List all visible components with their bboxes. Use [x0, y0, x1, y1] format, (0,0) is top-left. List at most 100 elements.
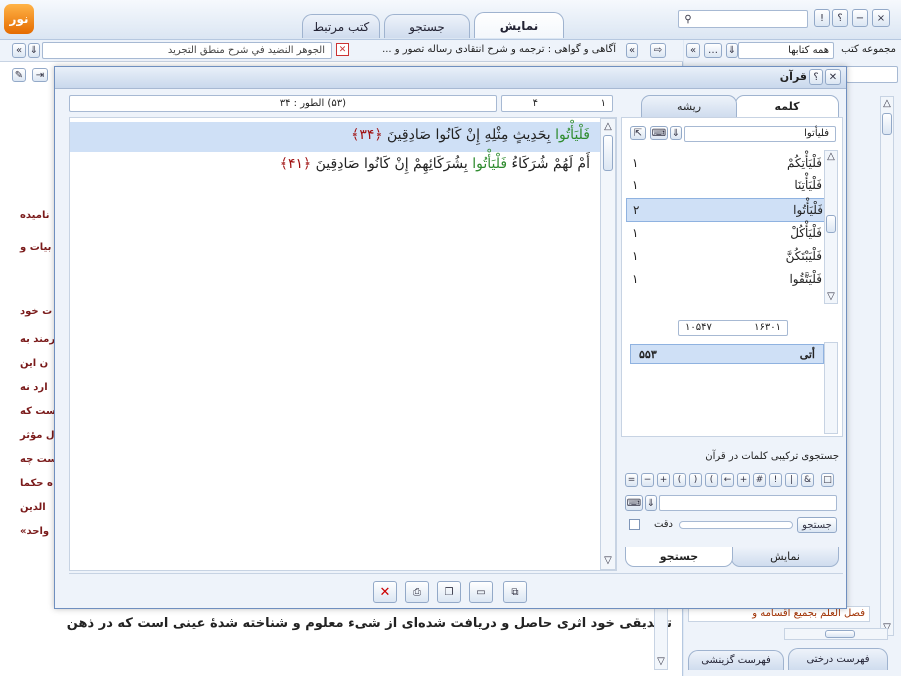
- word-search-pane: کلمه ریشه ⇱ ⌨ ⇓ فليأتوا فَلْيَأْتِكُمْ ۱…: [621, 95, 843, 571]
- tab-search[interactable]: جستجو: [384, 14, 470, 38]
- collection-prev-icon[interactable]: «: [686, 43, 700, 58]
- scroll-thumb[interactable]: [826, 215, 836, 233]
- scroll-up-icon[interactable]: △: [825, 151, 837, 162]
- keyboard-icon[interactable]: ⌨: [650, 126, 668, 140]
- open-book-icon[interactable]: ❐: [437, 581, 461, 603]
- combo-dropdown-icon[interactable]: ⇓: [645, 495, 657, 511]
- verse-scrollbar[interactable]: △ ▽: [600, 118, 616, 570]
- tab-selective-index[interactable]: فهرست گزینشی: [688, 650, 784, 670]
- verse-line[interactable]: أَمْ لَهُمْ شُرَكَاءُ فَلْيَأْتُوا بِشُر…: [280, 156, 590, 172]
- tab-tree-index[interactable]: فهرست درختی: [788, 648, 888, 670]
- operator-button[interactable]: &: [801, 473, 814, 487]
- word-search-input[interactable]: فليأتوا: [684, 126, 836, 142]
- expand-icon[interactable]: ⇱: [630, 126, 646, 140]
- verse-line[interactable]: فَلْيَأْتُوا بِحَدِيثٍ مِثْلِهِ إِنْ كَا…: [351, 127, 590, 143]
- print-icon[interactable]: ⎙: [405, 581, 429, 603]
- collection-dropdown-icon[interactable]: ⇓: [726, 43, 738, 58]
- root-list-scrollbar[interactable]: [824, 342, 838, 434]
- operator-button[interactable]: |: [785, 473, 798, 487]
- book-tab-current[interactable]: آگاهی و گواهی : ترجمه و شرح انتقادی رسال…: [352, 42, 616, 59]
- global-search-input[interactable]: ⚲: [678, 10, 808, 28]
- keyboard-icon[interactable]: ⌨: [625, 495, 643, 511]
- operator-button[interactable]: !: [769, 473, 782, 487]
- word-list-item[interactable]: فَلْيَبْتَكُنَّ ۱: [626, 245, 828, 267]
- operator-button[interactable]: ←: [721, 473, 734, 487]
- operator-button[interactable]: (: [705, 473, 718, 487]
- scroll-down-icon[interactable]: ▽: [655, 655, 667, 667]
- app-logo[interactable]: نور: [4, 4, 34, 34]
- document-icon[interactable]: ▭: [469, 581, 493, 603]
- operator-button[interactable]: ): [689, 473, 702, 487]
- down-arrow-icon[interactable]: ⇓: [28, 43, 40, 58]
- help-button[interactable]: ؟: [832, 9, 848, 27]
- book-scrollbar[interactable]: ▽: [654, 600, 668, 670]
- text-fragment: ارد نه: [20, 382, 48, 393]
- root-count: ۵۵۳: [639, 347, 657, 361]
- text-fragment: ه حکما: [20, 478, 53, 489]
- book-tab-secondary[interactable]: الجوهر النضيد في شرح منطق التجريد: [42, 42, 332, 59]
- export-icon[interactable]: ⇥: [32, 68, 48, 82]
- word-list-item-selected[interactable]: فَلْيَأْتُوا ۲: [626, 198, 830, 222]
- verse-pane: فَلْيَأْتُوا بِحَدِيثٍ مِثْلِهِ إِنْ كَا…: [69, 117, 617, 571]
- combo-search-input[interactable]: [659, 495, 837, 511]
- word-list-item[interactable]: فَلْيَأْتِنَا ۱: [626, 174, 828, 196]
- scroll-up-icon[interactable]: △: [881, 97, 893, 109]
- text-fragment: الدین: [20, 502, 46, 513]
- scroll-thumb[interactable]: [603, 135, 613, 171]
- tree-scrollbar[interactable]: △ ▽: [880, 96, 894, 636]
- word-list-scrollbar[interactable]: △ ▽: [824, 150, 838, 304]
- scroll-down-icon[interactable]: ▽: [825, 291, 837, 302]
- hscroll-thumb[interactable]: [825, 630, 855, 638]
- operator-button[interactable]: +: [737, 473, 750, 487]
- precision-slider[interactable]: [679, 521, 793, 529]
- operator-button[interactable]: +: [657, 473, 670, 487]
- minimize-button[interactable]: −: [852, 9, 868, 27]
- close-x-button[interactable]: ✕: [373, 581, 397, 603]
- forward-arrow-icon[interactable]: ⇨: [650, 43, 666, 58]
- precision-label: دقت: [653, 519, 673, 530]
- close-button[interactable]: ×: [872, 9, 890, 27]
- verse-number-field[interactable]: ۱ ۴: [501, 95, 613, 112]
- tree-hscrollbar[interactable]: [784, 628, 888, 640]
- tab-related-books[interactable]: کتب مرتبط: [302, 14, 380, 38]
- close-tab-icon[interactable]: ✕: [336, 43, 349, 56]
- word-dropdown-icon[interactable]: ⇓: [670, 126, 682, 140]
- combo-search-button[interactable]: جستجو: [797, 517, 837, 533]
- collection-select[interactable]: همه کتابها: [738, 42, 834, 59]
- more-options-icon[interactable]: …: [704, 43, 722, 58]
- tab-word[interactable]: کلمه: [735, 95, 839, 117]
- verse-reference-field[interactable]: (۵۳) الطور : ۳۴: [69, 95, 497, 112]
- text-fragment: نامیده: [20, 210, 50, 221]
- tab-display-bottom[interactable]: نمایش: [731, 547, 839, 567]
- tab-root[interactable]: ریشه: [641, 95, 737, 117]
- scroll-thumb[interactable]: [882, 113, 892, 135]
- scroll-up-icon[interactable]: △: [602, 121, 614, 132]
- dialog-close-button[interactable]: ✕: [825, 69, 841, 85]
- tools-icon[interactable]: ✎: [12, 68, 26, 82]
- word-list-item[interactable]: فَلْيَتَّقُوا ۱: [626, 268, 828, 290]
- tab-display[interactable]: نمایش: [474, 12, 564, 38]
- precision-checkbox[interactable]: [629, 519, 640, 530]
- text-fragment: رمند به: [20, 334, 56, 345]
- nav-prev-icon[interactable]: «: [626, 43, 638, 58]
- library-search-input[interactable]: [846, 66, 898, 83]
- operator-button[interactable]: #: [753, 473, 766, 487]
- word-list-item[interactable]: فَلْيَأْكُلْ ۱: [626, 222, 828, 244]
- word-count: ۱: [632, 178, 639, 192]
- operator-bar: = − + ( ) ( ← + # ! | & □: [625, 473, 839, 489]
- dialog-help-button[interactable]: ؟: [809, 69, 823, 85]
- root-result-row[interactable]: أتى ۵۵۳: [630, 344, 824, 364]
- text-fragment: ست چه: [20, 454, 58, 465]
- operator-button[interactable]: =: [625, 473, 638, 487]
- operator-button[interactable]: (: [673, 473, 686, 487]
- word-list-item[interactable]: فَلْيَأْتِكُمْ ۱: [626, 152, 828, 174]
- operator-button[interactable]: −: [641, 473, 654, 487]
- copy-icon[interactable]: ⧉: [503, 581, 527, 603]
- scroll-down-icon[interactable]: ▽: [602, 555, 614, 566]
- root-label: أتى: [799, 347, 815, 361]
- info-button[interactable]: !: [814, 9, 830, 27]
- back-arrow-icon[interactable]: «: [12, 43, 26, 58]
- tab-search-bottom[interactable]: جستجو: [625, 547, 733, 567]
- word-text: فَلْيَتَّقُوا: [789, 272, 822, 286]
- operator-button[interactable]: □: [821, 473, 834, 487]
